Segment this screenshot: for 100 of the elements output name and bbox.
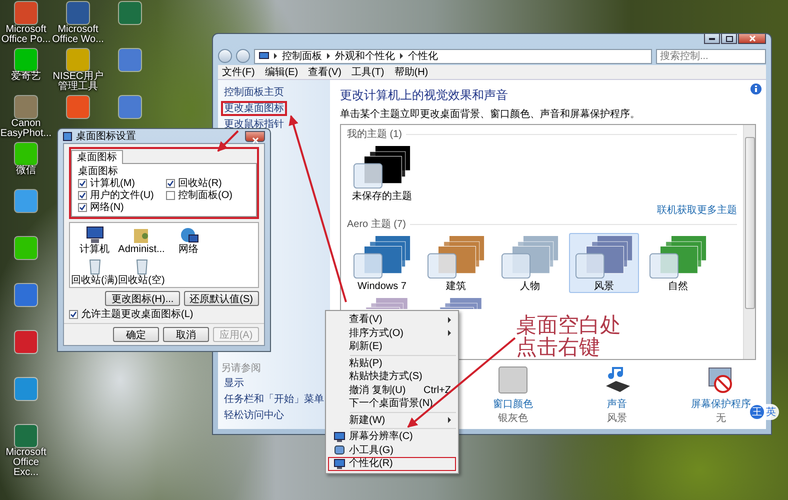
close-button[interactable] bbox=[738, 34, 766, 44]
submenu-arrow-icon bbox=[448, 417, 451, 424]
annotation-text: 桌面空白处 点击右键 bbox=[516, 314, 621, 358]
menu-item[interactable]: 屏幕分辨率(C) bbox=[328, 430, 456, 444]
menu-item[interactable]: 帮助(H) bbox=[394, 65, 428, 79]
breadcrumb-item[interactable]: 外观和个性化 bbox=[335, 49, 395, 63]
forward-button[interactable] bbox=[236, 49, 250, 63]
checkbox[interactable] bbox=[78, 191, 87, 200]
app-shortcut-icon[interactable] bbox=[67, 2, 89, 24]
theme-tile[interactable]: 未保存的主题 bbox=[347, 143, 417, 203]
close-button[interactable] bbox=[245, 130, 265, 142]
menu-item[interactable]: 撤消 复制(U) Ctrl+Z bbox=[328, 384, 456, 397]
help-icon[interactable] bbox=[750, 83, 762, 95]
chevron-icon bbox=[274, 53, 277, 59]
theme-tile[interactable]: 建筑 bbox=[421, 233, 491, 293]
icon-label[interactable]: 回收站(空) bbox=[118, 275, 165, 286]
back-button[interactable] bbox=[218, 49, 232, 63]
menu-item[interactable]: 下一个桌面背景(N) bbox=[328, 397, 456, 410]
checkbox[interactable] bbox=[166, 179, 175, 188]
shortcut-label[interactable]: 爱奇艺 bbox=[0, 72, 52, 82]
scrollbar[interactable] bbox=[743, 125, 755, 359]
chevron-icon bbox=[400, 53, 403, 59]
maximize-button[interactable] bbox=[721, 34, 737, 44]
menu-item[interactable]: 编辑(E) bbox=[264, 65, 298, 79]
task-link[interactable]: 控制面板主页 bbox=[221, 85, 287, 100]
app-shortcut-icon[interactable] bbox=[15, 49, 37, 71]
task-link[interactable]: 更改鼠标指针 bbox=[221, 117, 287, 132]
menu-item[interactable]: 文件(F) bbox=[222, 65, 255, 79]
see-also-link[interactable]: 轻松访问中心 bbox=[221, 408, 287, 423]
task-link[interactable]: 更改桌面图标 bbox=[221, 101, 287, 116]
checkbox-label[interactable]: 用户的文件(U) bbox=[90, 190, 154, 201]
setting-link[interactable]: 窗口颜色 bbox=[493, 397, 533, 411]
menu-item[interactable]: 排序方式(O) bbox=[328, 326, 456, 340]
setting-link[interactable]: 屏幕保护程序 bbox=[691, 397, 751, 411]
theme-preview-drawing bbox=[427, 236, 485, 279]
app-shortcut-icon[interactable] bbox=[67, 49, 89, 71]
shortcut-label[interactable]: 微信 bbox=[0, 166, 52, 176]
app-shortcut-icon[interactable] bbox=[15, 378, 37, 400]
checkbox-label[interactable]: 计算机(M) bbox=[90, 178, 135, 189]
app-shortcut-icon[interactable] bbox=[119, 96, 141, 118]
dialog-button[interactable]: 确定 bbox=[113, 327, 159, 342]
icon-label[interactable]: 计算机 bbox=[80, 244, 110, 255]
minimize-button[interactable] bbox=[704, 34, 720, 44]
icon-label[interactable]: 网络 bbox=[178, 244, 198, 255]
menu-item[interactable]: 个性化(R) bbox=[328, 457, 456, 470]
menu-item[interactable]: 查看(V) bbox=[328, 313, 456, 326]
shortcut-label[interactable]: Microsoft Office Wo... bbox=[52, 25, 104, 45]
menu-item[interactable]: 查看(V) bbox=[308, 65, 342, 79]
icon-label[interactable]: 回收站(满) bbox=[71, 275, 118, 286]
ime-indicator[interactable]: 王 英 bbox=[749, 404, 779, 420]
checkbox[interactable] bbox=[78, 203, 87, 212]
checkbox-label[interactable]: 允许主题更改桌面图标(L) bbox=[81, 309, 194, 320]
breadcrumb-item[interactable]: 控制面板 bbox=[282, 49, 322, 63]
menu-item[interactable]: 新建(W) bbox=[328, 414, 456, 427]
checkbox-label[interactable]: 回收站(R) bbox=[178, 178, 222, 189]
shortcut-label[interactable]: NISEC用户管理工具 bbox=[52, 72, 104, 92]
app-shortcut-icon[interactable] bbox=[67, 96, 89, 118]
search-field[interactable]: 搜索控制... bbox=[656, 48, 766, 64]
see-also-link[interactable]: 显示 bbox=[221, 376, 247, 391]
shortcut-label[interactable]: Microsoft Office Exc... bbox=[0, 448, 52, 478]
checkbox-label[interactable]: 网络(N) bbox=[90, 202, 124, 213]
submenu-arrow-icon bbox=[448, 330, 451, 336]
app-shortcut-icon[interactable] bbox=[15, 425, 37, 447]
app-shortcut-icon[interactable] bbox=[15, 143, 37, 165]
computer-icon bbox=[84, 226, 104, 244]
ime-mode-badge[interactable]: 王 bbox=[750, 405, 764, 419]
checkbox[interactable] bbox=[69, 310, 78, 319]
menu-item[interactable]: 小工具(G) bbox=[328, 444, 456, 457]
menu-item[interactable]: 粘贴(P) bbox=[328, 356, 456, 370]
dialog-button[interactable]: 取消 bbox=[163, 327, 209, 342]
dialog-button[interactable]: 还原默认值(S) bbox=[184, 291, 259, 306]
app-shortcut-icon[interactable] bbox=[15, 331, 37, 353]
app-shortcut-icon[interactable] bbox=[119, 49, 141, 71]
menu-item[interactable]: 粘贴快捷方式(S) bbox=[328, 370, 456, 384]
theme-tile[interactable]: 自然 bbox=[643, 233, 713, 293]
app-shortcut-icon[interactable] bbox=[15, 2, 37, 24]
ime-language-label[interactable]: 英 bbox=[766, 405, 776, 419]
monitor-icon bbox=[334, 458, 344, 469]
breadcrumb-item[interactable]: 个性化 bbox=[408, 49, 438, 63]
theme-tile[interactable]: 人物 bbox=[495, 233, 565, 293]
theme-tile[interactable]: 风景 bbox=[569, 233, 639, 293]
tab[interactable]: 桌面图标 bbox=[71, 150, 123, 164]
setting-link[interactable]: 声音 bbox=[607, 397, 627, 411]
app-shortcut-icon[interactable] bbox=[119, 2, 141, 24]
checkbox[interactable] bbox=[166, 191, 175, 200]
icon-label[interactable]: Administ... bbox=[118, 244, 165, 255]
checkbox[interactable] bbox=[78, 179, 87, 188]
app-shortcut-icon[interactable] bbox=[15, 96, 37, 118]
checkmark-icon bbox=[70, 311, 77, 318]
theme-tile[interactable]: Windows 7 bbox=[347, 233, 417, 293]
menu-item[interactable]: 工具(T) bbox=[351, 65, 384, 79]
see-also-link[interactable]: 任务栏和「开始」菜单 bbox=[221, 392, 327, 407]
dialog-button[interactable]: 更改图标(H)... bbox=[105, 291, 180, 306]
menu-item[interactable]: 刷新(E) bbox=[328, 340, 456, 354]
app-shortcut-icon[interactable] bbox=[15, 284, 37, 306]
address-bar[interactable]: 控制面板 外观和个性化 个性化 bbox=[254, 48, 652, 64]
more-themes-link[interactable]: 联机获取更多主题 bbox=[657, 203, 737, 217]
shortcut-label[interactable]: Microsoft Office Po... bbox=[0, 25, 52, 45]
checkbox-label[interactable]: 控制面板(O) bbox=[178, 190, 232, 201]
shortcut-label[interactable]: Canon EasyPhot... bbox=[0, 119, 52, 139]
